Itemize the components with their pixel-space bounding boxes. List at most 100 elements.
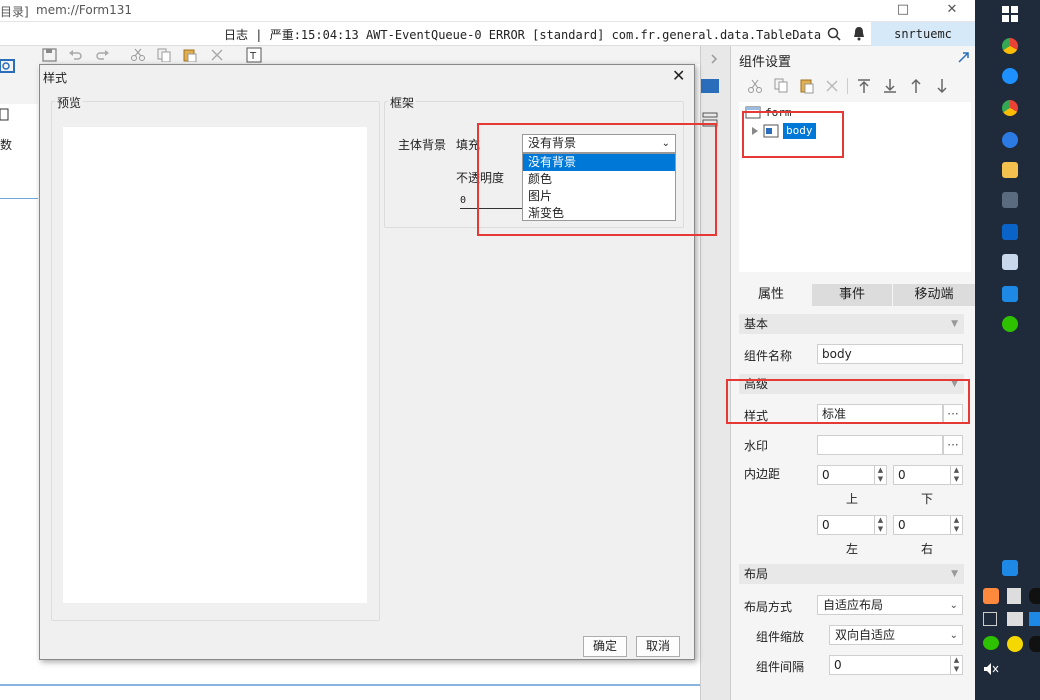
notepad-icon[interactable] <box>1002 254 1018 270</box>
copy-icon[interactable] <box>773 78 789 94</box>
top-label: 上 <box>846 492 859 506</box>
tray-plus-icon[interactable] <box>1007 636 1023 652</box>
dialog-title: 样式 <box>43 71 68 85</box>
volume-mute-icon[interactable] <box>983 662 999 676</box>
scale-select[interactable]: 双向自适应 ⌄ <box>829 625 963 645</box>
watermark-more-button[interactable]: ··· <box>943 435 963 455</box>
component-tab-icon[interactable] <box>701 79 719 93</box>
title-prefix: 目录] <box>0 5 29 19</box>
tray-qq-icon[interactable] <box>1029 588 1040 604</box>
delete-icon[interactable] <box>210 48 224 62</box>
move-down-icon[interactable] <box>935 78 949 94</box>
delete-icon[interactable] <box>825 79 839 93</box>
panel-title: 组件设置 <box>739 55 792 70</box>
padding-right-value: 0 <box>898 518 906 532</box>
paste-icon[interactable] <box>182 48 198 62</box>
stepper-arrows-icon[interactable]: ▲ ▼ <box>874 516 886 534</box>
user-badge[interactable]: snrtuemc <box>871 22 975 46</box>
tray-usb-icon[interactable] <box>1007 588 1021 604</box>
panel-toolbar <box>739 76 971 98</box>
padding-right-stepper[interactable]: 0 ▲ ▼ <box>893 515 963 535</box>
padding-left-stepper[interactable]: 0 ▲ ▼ <box>817 515 887 535</box>
canvas-bottom-line <box>0 684 700 686</box>
padding-left-value: 0 <box>822 518 830 532</box>
designer-toolbar: T <box>0 46 730 64</box>
search-icon[interactable] <box>827 27 841 41</box>
tray-wechat-icon[interactable] <box>983 636 999 650</box>
ie-icon[interactable] <box>1002 132 1018 148</box>
pin-icon[interactable] <box>958 51 970 63</box>
spacing-label: 组件间隔 <box>756 660 805 674</box>
padding-top-stepper[interactable]: 0 ▲ ▼ <box>817 465 887 485</box>
window-titlebar: 目录] mem://Form131 □ ✕ <box>0 0 975 22</box>
tab-mobile[interactable]: 移动端 <box>893 284 975 306</box>
move-up-icon[interactable] <box>909 78 923 94</box>
layout-mode-value: 自适应布局 <box>823 598 884 612</box>
edge-icon[interactable] <box>1002 68 1018 84</box>
tab-events[interactable]: 事件 <box>812 284 892 306</box>
redo-icon[interactable] <box>94 48 110 62</box>
preview-label: 预览 <box>55 94 84 111</box>
stepper-arrows-icon[interactable]: ▲ ▼ <box>950 656 962 674</box>
cancel-button[interactable]: 取消 <box>636 636 680 657</box>
cut-icon[interactable] <box>130 48 146 62</box>
finereport-icon[interactable] <box>1002 286 1018 302</box>
svg-text:T: T <box>249 51 257 62</box>
paste-icon[interactable] <box>799 78 815 94</box>
stepper-arrows-icon[interactable]: ▲ ▼ <box>950 516 962 534</box>
dialog-close-icon[interactable]: ✕ <box>672 66 685 85</box>
chevron-down-icon: ▼ <box>951 319 958 329</box>
remote-desktop-icon[interactable] <box>1002 192 1018 208</box>
log-label: 日志 <box>224 28 249 42</box>
log-message[interactable]: 日志 | 严重:15:04:13 AWT-EventQueue-0 ERROR … <box>224 26 822 43</box>
layout-section-header[interactable]: 布局 ▼ <box>739 564 964 584</box>
bell-icon[interactable] <box>852 26 866 41</box>
chevron-down-icon: ⌄ <box>949 630 958 641</box>
restore-icon: □ <box>896 2 910 17</box>
browser-360-icon[interactable] <box>1002 38 1018 54</box>
restore-button[interactable]: □ <box>880 0 926 22</box>
scale-label: 组件缩放 <box>756 630 805 644</box>
wechat-icon[interactable] <box>1002 316 1018 332</box>
tray-onedrive-icon[interactable] <box>1029 612 1040 626</box>
tray-battery-icon[interactable] <box>1007 612 1023 626</box>
watermark-field[interactable] <box>817 435 943 455</box>
move-top-icon[interactable] <box>857 78 871 94</box>
opacity-value: 0 <box>460 195 467 206</box>
copy-icon[interactable] <box>156 48 172 62</box>
spacing-stepper[interactable]: 0 ▲ ▼ <box>829 655 963 675</box>
move-bottom-icon[interactable] <box>883 78 897 94</box>
param-icon[interactable] <box>0 108 10 122</box>
basic-section-header[interactable]: 基本 ▼ <box>739 314 964 334</box>
close-window-button[interactable]: ✕ <box>929 0 975 22</box>
widget-name-field[interactable]: body <box>817 344 963 364</box>
widget-icon[interactable] <box>0 58 16 74</box>
layout-section-label: 布局 <box>744 567 769 581</box>
stepper-arrows-icon[interactable]: ▲ ▼ <box>950 466 962 484</box>
outlook-icon[interactable] <box>1002 224 1018 240</box>
tray-app-icon[interactable] <box>983 588 999 604</box>
qq-icon[interactable] <box>1002 560 1018 576</box>
save-icon[interactable] <box>42 48 58 62</box>
padding-top-value: 0 <box>822 468 830 482</box>
text-format-icon[interactable]: T <box>246 47 262 63</box>
chevron-down-icon: ⌄ <box>949 600 958 611</box>
tray-window-icon[interactable] <box>983 612 997 626</box>
windows-start-icon[interactable] <box>1002 6 1018 22</box>
chrome-icon[interactable] <box>1002 100 1018 116</box>
ok-button[interactable]: 确定 <box>583 636 627 657</box>
padding-bottom-stepper[interactable]: 0 ▲ ▼ <box>893 465 963 485</box>
chevron-right-icon[interactable] <box>709 54 719 64</box>
widget-name-label: 组件名称 <box>744 349 793 363</box>
undo-icon[interactable] <box>68 48 84 62</box>
cut-icon[interactable] <box>747 78 763 94</box>
layout-mode-select[interactable]: 自适应布局 ⌄ <box>817 595 963 615</box>
window-title: mem://Form131 <box>36 3 133 17</box>
stepper-arrows-icon[interactable]: ▲ ▼ <box>874 466 886 484</box>
right-label: 右 <box>921 542 934 556</box>
highlight-box-fill <box>477 123 717 236</box>
folder-icon[interactable] <box>1002 162 1018 178</box>
highlight-box-style <box>726 379 970 424</box>
tab-properties[interactable]: 属性 <box>731 284 811 306</box>
tray-penguin-icon[interactable] <box>1029 636 1040 652</box>
